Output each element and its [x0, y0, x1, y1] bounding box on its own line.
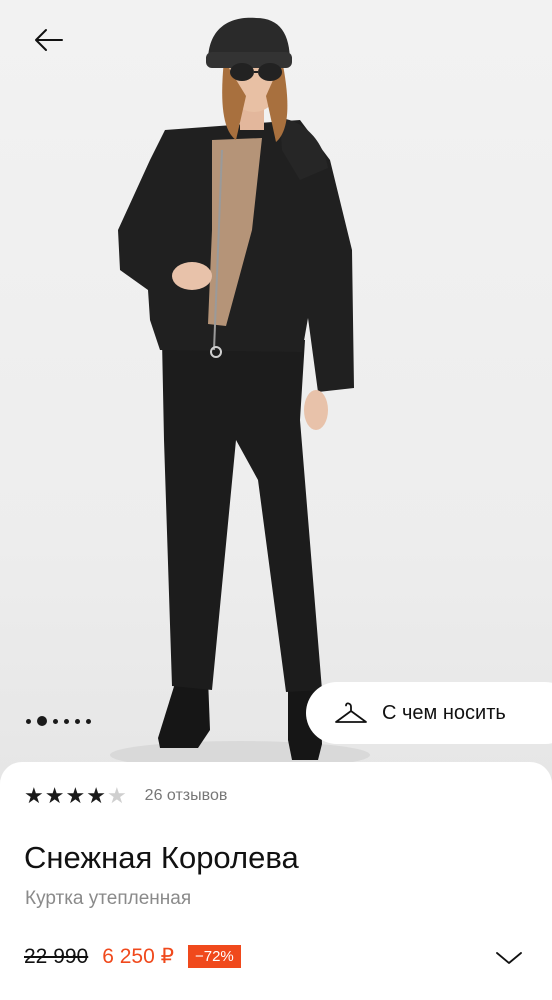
pagination-dot[interactable] — [26, 718, 31, 724]
product-info-card: ★ ★ ★ ★ ★ 26 отзывов Снежная Королева Куртка… — [0, 762, 552, 1000]
expand-details-button[interactable] — [494, 948, 524, 968]
chevron-down-icon — [496, 952, 522, 964]
back-button[interactable] — [28, 22, 70, 58]
star-empty-icon: ★ — [106, 783, 127, 808]
rating-row[interactable]: ★ ★ ★ ★ ★ 26 отзывов — [24, 785, 227, 807]
what-to-wear-label: С чем носить — [382, 701, 506, 724]
star-filled-icon: ★ — [24, 783, 44, 808]
star-filled-icon: ★ — [86, 783, 106, 808]
pagination-dot[interactable] — [86, 718, 91, 724]
pagination-dot-active[interactable] — [37, 716, 47, 726]
star-filled-icon: ★ — [44, 783, 65, 808]
model-illustration — [110, 17, 370, 769]
product-subtitle: Куртка утепленная — [25, 888, 192, 909]
pagination-dot[interactable] — [64, 718, 69, 724]
what-to-wear-button[interactable]: С чем носить — [306, 682, 552, 744]
product-photo[interactable]: С чем носить — [0, 0, 552, 780]
arrow-left-icon — [35, 29, 63, 51]
rating-stars: ★ ★ ★ ★ ★ — [24, 785, 127, 807]
star-filled-icon: ★ — [65, 783, 86, 808]
gallery-pagination — [26, 716, 91, 726]
new-price: 6 250 ₽ — [102, 945, 174, 968]
product-brand: Снежная Королева — [24, 840, 299, 875]
reviews-count[interactable]: 26 отзывов — [145, 787, 228, 805]
price-row: 22 990 6 250 ₽ −72% — [24, 944, 241, 969]
pagination-dot[interactable] — [75, 718, 80, 724]
hanger-icon — [335, 702, 367, 723]
old-price: 22 990 — [24, 944, 89, 968]
pagination-dot[interactable] — [53, 718, 58, 724]
discount-badge: −72% — [187, 945, 241, 968]
